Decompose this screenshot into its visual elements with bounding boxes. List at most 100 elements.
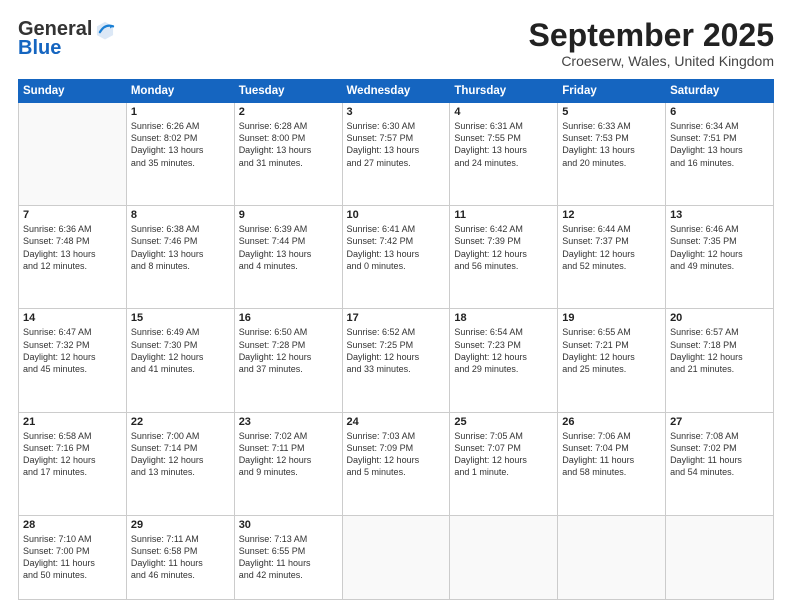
calendar-cell: 1Sunrise: 6:26 AM Sunset: 8:02 PM Daylig… <box>126 103 234 206</box>
calendar-week-5: 28 Sunrise: 7:10 AM Sunset: 7:00 PM Dayli… <box>19 515 774 599</box>
calendar-cell: 25Sunrise: 7:05 AM Sunset: 7:07 PM Dayli… <box>450 412 558 515</box>
calendar-header-row: SundayMondayTuesdayWednesdayThursdayFrid… <box>19 80 774 103</box>
day-number: 19 <box>562 312 661 324</box>
calendar-week-1: 1Sunrise: 6:26 AM Sunset: 8:02 PM Daylig… <box>19 103 774 206</box>
day-number: 29 <box>131 519 230 531</box>
day-info: Sunrise: 7:13 AM Sunset: 6:55 PM Dayligh… <box>239 533 338 582</box>
calendar-week-2: 7Sunrise: 6:36 AM Sunset: 7:48 PM Daylig… <box>19 206 774 309</box>
header: General Blue September 2025 Croeserw, Wa… <box>18 18 774 69</box>
weekday-header-sunday: Sunday <box>19 80 127 103</box>
day-number: 2 <box>239 106 338 118</box>
day-number: 6 <box>670 106 769 118</box>
calendar-cell: 30 Sunrise: 7:13 AM Sunset: 6:55 PM Dayli… <box>234 515 342 599</box>
logo-icon <box>94 19 116 41</box>
day-info: Sunrise: 6:26 AM Sunset: 8:02 PM Dayligh… <box>131 120 230 169</box>
day-number: 16 <box>239 312 338 324</box>
calendar-cell <box>19 103 127 206</box>
day-info: Sunrise: 6:49 AM Sunset: 7:30 PM Dayligh… <box>131 326 230 375</box>
day-number: 17 <box>347 312 446 324</box>
day-number: 15 <box>131 312 230 324</box>
calendar-cell <box>666 515 774 599</box>
day-number: 12 <box>562 209 661 221</box>
calendar-cell: 20Sunrise: 6:57 AM Sunset: 7:18 PM Dayli… <box>666 309 774 412</box>
day-info: Sunrise: 6:57 AM Sunset: 7:18 PM Dayligh… <box>670 326 769 375</box>
day-info: Sunrise: 7:11 AM Sunset: 6:58 PM Dayligh… <box>131 533 230 582</box>
day-number: 10 <box>347 209 446 221</box>
day-number: 4 <box>454 106 553 118</box>
calendar-cell: 16Sunrise: 6:50 AM Sunset: 7:28 PM Dayli… <box>234 309 342 412</box>
day-info: Sunrise: 6:47 AM Sunset: 7:32 PM Dayligh… <box>23 326 122 375</box>
day-info: Sunrise: 6:42 AM Sunset: 7:39 PM Dayligh… <box>454 223 553 272</box>
day-number: 18 <box>454 312 553 324</box>
calendar-cell: 3Sunrise: 6:30 AM Sunset: 7:57 PM Daylig… <box>342 103 450 206</box>
calendar-cell <box>558 515 666 599</box>
day-info: Sunrise: 6:52 AM Sunset: 7:25 PM Dayligh… <box>347 326 446 375</box>
day-info: Sunrise: 7:10 AM Sunset: 7:00 PM Dayligh… <box>23 533 122 582</box>
calendar-cell: 7Sunrise: 6:36 AM Sunset: 7:48 PM Daylig… <box>19 206 127 309</box>
calendar-cell: 13 Sunrise: 6:46 AM Sunset: 7:35 PM Dayli… <box>666 206 774 309</box>
day-number: 7 <box>23 209 122 221</box>
month-title: September 2025 <box>529 18 774 53</box>
calendar-cell: 28 Sunrise: 7:10 AM Sunset: 7:00 PM Dayli… <box>19 515 127 599</box>
weekday-header-saturday: Saturday <box>666 80 774 103</box>
day-info: Sunrise: 7:08 AM Sunset: 7:02 PM Dayligh… <box>670 430 769 479</box>
calendar-cell: 18Sunrise: 6:54 AM Sunset: 7:23 PM Dayli… <box>450 309 558 412</box>
day-info: Sunrise: 7:06 AM Sunset: 7:04 PM Dayligh… <box>562 430 661 479</box>
day-number: 28 <box>23 519 122 531</box>
day-number: 9 <box>239 209 338 221</box>
calendar-cell: 24 Sunrise: 7:03 AM Sunset: 7:09 PM Dayli… <box>342 412 450 515</box>
weekday-header-thursday: Thursday <box>450 80 558 103</box>
calendar-cell: 26 Sunrise: 7:06 AM Sunset: 7:04 PM Dayli… <box>558 412 666 515</box>
day-info: Sunrise: 6:28 AM Sunset: 8:00 PM Dayligh… <box>239 120 338 169</box>
day-number: 24 <box>347 416 446 428</box>
calendar-cell: 19 Sunrise: 6:55 AM Sunset: 7:21 PM Dayli… <box>558 309 666 412</box>
weekday-header-monday: Monday <box>126 80 234 103</box>
day-number: 22 <box>131 416 230 428</box>
calendar-cell: 14Sunrise: 6:47 AM Sunset: 7:32 PM Dayli… <box>19 309 127 412</box>
weekday-header-tuesday: Tuesday <box>234 80 342 103</box>
calendar-cell: 6 Sunrise: 6:34 AM Sunset: 7:51 PM Daylig… <box>666 103 774 206</box>
day-number: 21 <box>23 416 122 428</box>
day-info: Sunrise: 6:44 AM Sunset: 7:37 PM Dayligh… <box>562 223 661 272</box>
day-number: 11 <box>454 209 553 221</box>
calendar-cell: 8 Sunrise: 6:38 AM Sunset: 7:46 PM Daylig… <box>126 206 234 309</box>
title-block: September 2025 Croeserw, Wales, United K… <box>529 18 774 69</box>
day-number: 26 <box>562 416 661 428</box>
day-info: Sunrise: 6:39 AM Sunset: 7:44 PM Dayligh… <box>239 223 338 272</box>
calendar-cell <box>342 515 450 599</box>
calendar-cell: 15 Sunrise: 6:49 AM Sunset: 7:30 PM Dayli… <box>126 309 234 412</box>
calendar-cell: 17 Sunrise: 6:52 AM Sunset: 7:25 PM Dayli… <box>342 309 450 412</box>
calendar-cell: 12 Sunrise: 6:44 AM Sunset: 7:37 PM Dayli… <box>558 206 666 309</box>
calendar-week-3: 14Sunrise: 6:47 AM Sunset: 7:32 PM Dayli… <box>19 309 774 412</box>
day-info: Sunrise: 6:55 AM Sunset: 7:21 PM Dayligh… <box>562 326 661 375</box>
day-info: Sunrise: 6:31 AM Sunset: 7:55 PM Dayligh… <box>454 120 553 169</box>
calendar-table: SundayMondayTuesdayWednesdayThursdayFrid… <box>18 79 774 600</box>
calendar-cell: 9 Sunrise: 6:39 AM Sunset: 7:44 PM Daylig… <box>234 206 342 309</box>
calendar-cell: 21 Sunrise: 6:58 AM Sunset: 7:16 PM Dayli… <box>19 412 127 515</box>
day-number: 25 <box>454 416 553 428</box>
day-number: 23 <box>239 416 338 428</box>
day-number: 30 <box>239 519 338 531</box>
calendar-cell: 23Sunrise: 7:02 AM Sunset: 7:11 PM Dayli… <box>234 412 342 515</box>
weekday-header-wednesday: Wednesday <box>342 80 450 103</box>
day-info: Sunrise: 6:33 AM Sunset: 7:53 PM Dayligh… <box>562 120 661 169</box>
calendar-cell: 22 Sunrise: 7:00 AM Sunset: 7:14 PM Dayli… <box>126 412 234 515</box>
day-number: 13 <box>670 209 769 221</box>
calendar-cell: 2 Sunrise: 6:28 AM Sunset: 8:00 PM Daylig… <box>234 103 342 206</box>
logo: General Blue <box>18 18 116 60</box>
calendar-cell: 27 Sunrise: 7:08 AM Sunset: 7:02 PM Dayli… <box>666 412 774 515</box>
day-info: Sunrise: 7:03 AM Sunset: 7:09 PM Dayligh… <box>347 430 446 479</box>
page: General Blue September 2025 Croeserw, Wa… <box>0 0 792 612</box>
day-number: 8 <box>131 209 230 221</box>
day-number: 3 <box>347 106 446 118</box>
day-info: Sunrise: 6:46 AM Sunset: 7:35 PM Dayligh… <box>670 223 769 272</box>
day-info: Sunrise: 6:41 AM Sunset: 7:42 PM Dayligh… <box>347 223 446 272</box>
day-info: Sunrise: 6:38 AM Sunset: 7:46 PM Dayligh… <box>131 223 230 272</box>
day-number: 27 <box>670 416 769 428</box>
day-info: Sunrise: 7:00 AM Sunset: 7:14 PM Dayligh… <box>131 430 230 479</box>
day-info: Sunrise: 6:34 AM Sunset: 7:51 PM Dayligh… <box>670 120 769 169</box>
day-info: Sunrise: 6:58 AM Sunset: 7:16 PM Dayligh… <box>23 430 122 479</box>
calendar-cell: 10 Sunrise: 6:41 AM Sunset: 7:42 PM Dayli… <box>342 206 450 309</box>
calendar-cell: 11 Sunrise: 6:42 AM Sunset: 7:39 PM Dayli… <box>450 206 558 309</box>
calendar-week-4: 21 Sunrise: 6:58 AM Sunset: 7:16 PM Dayli… <box>19 412 774 515</box>
